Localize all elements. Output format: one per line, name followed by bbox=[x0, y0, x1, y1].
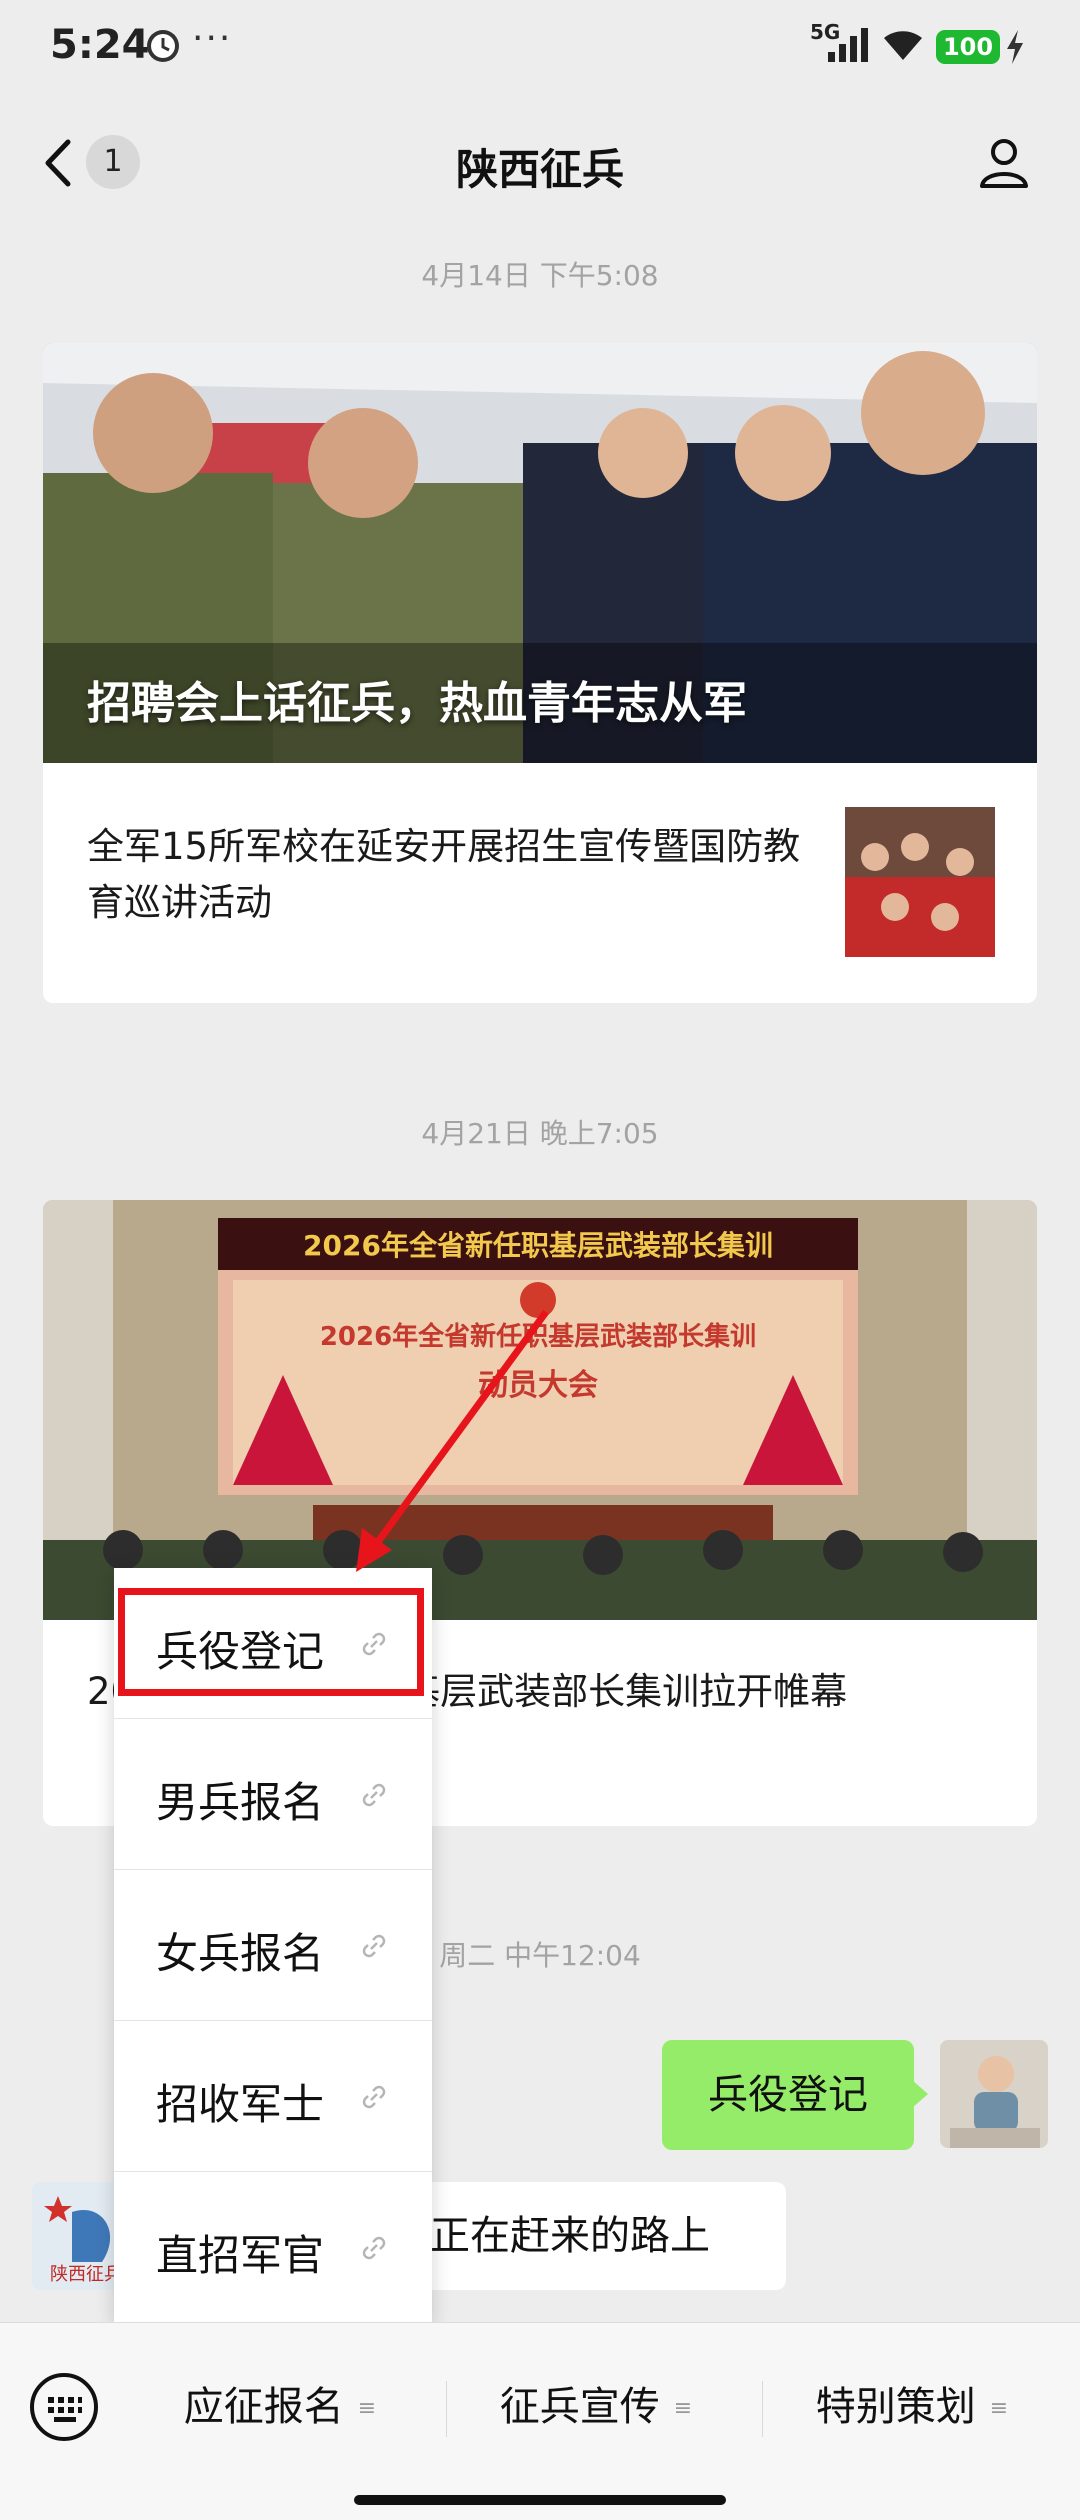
bottom-menu-bar: 应征报名 ≡ 征兵宣传 ≡ 特别策划 ≡ bbox=[0, 2322, 1080, 2520]
bottom-menu-enlistment-signup[interactable]: 应征报名 ≡ bbox=[130, 2371, 430, 2443]
charging-bolt-icon bbox=[1007, 30, 1023, 64]
menu-item-officer-recruitment[interactable]: 直招军官 bbox=[114, 2172, 432, 2323]
bottom-menu-special-feature[interactable]: 特别策划 ≡ bbox=[762, 2371, 1062, 2443]
menu-item-label: 招收军士 bbox=[156, 2080, 325, 2129]
status-bar: 5:24 ··· 5G 100 bbox=[0, 0, 1080, 96]
menu-item-label: 女兵报名 bbox=[156, 1929, 325, 1978]
link-icon bbox=[362, 2085, 386, 2109]
sub-article-title: 全军15所军校在延安开展招生宣传暨国防教育巡讲活动 bbox=[87, 825, 801, 924]
article-cover[interactable]: 2026年全省新任职基层武装部长集训 2026年全省新任职基层武装部长集训 动员… bbox=[43, 1200, 1037, 1620]
message-timestamp: 4月14日 下午5:08 bbox=[421, 259, 659, 292]
submenu-indicator-icon: ≡ bbox=[989, 2396, 1009, 2421]
link-icon bbox=[362, 1783, 386, 1807]
bottom-menu-label: 应征报名 bbox=[183, 2384, 344, 2430]
popup-menu: 兵役登记 男兵报名 女兵报名 招收军士 直招军官 bbox=[114, 1568, 432, 2323]
keyboard-icon[interactable] bbox=[28, 2371, 100, 2443]
red-highlight-box bbox=[118, 1588, 424, 1696]
link-icon bbox=[362, 2236, 386, 2260]
wifi-icon bbox=[884, 31, 922, 60]
screen-text: 2026年全省新任职基层武装部长集训 bbox=[320, 1321, 756, 1352]
screen-text: 动员大会 bbox=[478, 1368, 598, 1403]
bottom-menu-recruitment-publicity[interactable]: 征兵宣传 ≡ bbox=[446, 2371, 746, 2443]
menu-item-label: 直招军官 bbox=[156, 2231, 325, 2280]
signal-icon bbox=[828, 28, 868, 62]
avatar-label: 陕西征兵 bbox=[50, 2264, 122, 2285]
sub-article-thumbnail bbox=[845, 807, 995, 957]
menu-item-female-enlistment[interactable]: 女兵报名 bbox=[114, 1870, 432, 2021]
outgoing-message-bubble[interactable]: 兵役登记 bbox=[662, 2040, 928, 2150]
sub-article-item[interactable]: 全军15所军校在延安开展招生宣传暨国防教育巡讲活动 bbox=[43, 763, 1037, 1001]
article-card: 招聘会上话征兵，热血青年志从军 全军15所军校在延安开展招生宣传暨国防教育巡讲活… bbox=[43, 343, 1037, 1003]
bottom-menu-label: 特别策划 bbox=[815, 2384, 976, 2430]
bottom-menu-label: 征兵宣传 bbox=[499, 2384, 660, 2430]
home-indicator[interactable] bbox=[354, 2495, 726, 2505]
profile-icon[interactable] bbox=[976, 134, 1032, 190]
banner-text: 2026年全省新任职基层武装部长集训 bbox=[303, 1229, 773, 1262]
link-icon bbox=[362, 1934, 386, 1958]
cover-image: 2026年全省新任职基层武装部长集训 2026年全省新任职基层武装部长集训 动员… bbox=[43, 1200, 1037, 1620]
clock-icon bbox=[147, 30, 179, 62]
submenu-indicator-icon: ≡ bbox=[357, 2396, 377, 2421]
menu-item-label: 男兵报名 bbox=[156, 1778, 325, 1827]
menu-item-male-enlistment[interactable]: 男兵报名 bbox=[114, 1719, 432, 1870]
message-timestamp: 4月21日 晚上7:05 bbox=[421, 1117, 659, 1150]
cover-caption: 招聘会上话征兵，热血青年志从军 bbox=[87, 678, 747, 729]
submenu-indicator-icon: ≡ bbox=[673, 2396, 693, 2421]
user-avatar[interactable] bbox=[940, 2040, 1048, 2148]
menu-item-nco-recruitment[interactable]: 招收军士 bbox=[114, 2021, 432, 2172]
status-time: 5:24 bbox=[50, 22, 150, 68]
article-cover[interactable]: 招聘会上话征兵，热血青年志从军 bbox=[43, 343, 1037, 763]
menu-item-military-registration[interactable]: 兵役登记 bbox=[114, 1568, 432, 1719]
more-dots: ··· bbox=[192, 18, 233, 59]
page-title: 陕西征兵 bbox=[455, 145, 624, 194]
battery-indicator: 100 bbox=[936, 30, 1000, 64]
